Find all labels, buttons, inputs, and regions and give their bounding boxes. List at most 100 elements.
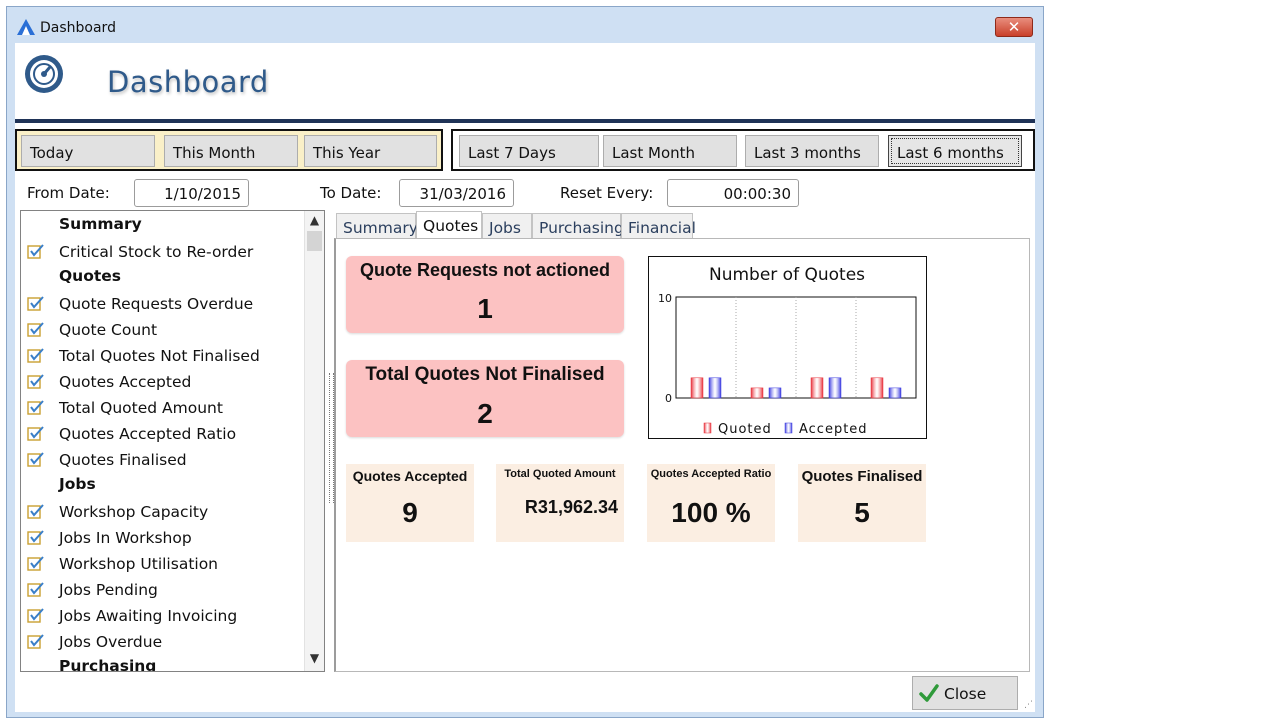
card-value: 5 (854, 497, 870, 528)
scroll-thumb[interactable] (307, 231, 322, 251)
dashboard-window: Dashboard ✕ Dashboard Today This Month T… (6, 6, 1044, 718)
checkbox-checked-icon[interactable] (27, 607, 45, 623)
checklist-item[interactable]: Quote Count (21, 319, 301, 345)
checklist-item[interactable]: Jobs Awaiting Invoicing (21, 605, 301, 631)
checklist-item[interactable]: Workshop Capacity (21, 501, 301, 527)
card-value: 2 (477, 398, 493, 429)
checkbox-checked-icon[interactable] (27, 633, 45, 649)
tab-quotes[interactable]: Quotes (416, 211, 482, 238)
from-date-field[interactable]: 1/10/2015 (134, 179, 249, 207)
checkbox-checked-icon[interactable] (27, 321, 45, 337)
tab-financial[interactable]: Financial (621, 213, 696, 239)
checklist-item[interactable]: Workshop Utilisation (21, 553, 301, 579)
range-last-7-days-button[interactable]: Last 7 Days (459, 135, 599, 167)
range-this-month-button[interactable]: This Month (164, 135, 298, 167)
to-date-field[interactable]: 31/03/2016 (399, 179, 514, 207)
bar-quoted-1 (750, 387, 764, 399)
checklist-item-label: Workshop Utilisation (59, 555, 219, 573)
checklist-item[interactable]: Total Quoted Amount (21, 397, 301, 423)
range-last-3-months-button[interactable]: Last 3 months (745, 135, 879, 167)
checkmark-icon (919, 684, 939, 702)
total-quotes-not-finalised-card: Total Quotes Not Finalised 2 (346, 360, 624, 437)
checklist-group-header: Quotes (59, 267, 122, 285)
card-title: Total Quotes Not Finalised (365, 364, 605, 385)
scroll-down-icon[interactable]: ▼ (305, 651, 324, 669)
checklist-item-label: Critical Stock to Re-order (59, 243, 254, 261)
range-today-button[interactable]: Today (21, 135, 155, 167)
checklist-item-label: Total Quoted Amount (59, 399, 223, 417)
checklist-item[interactable]: Quotes Accepted Ratio (21, 423, 301, 449)
checklist-item-label: Total Quotes Not Finalised (59, 347, 260, 365)
tab-summary[interactable]: Summary (336, 213, 418, 239)
checklist-item[interactable]: Jobs Pending (21, 579, 301, 605)
checklist-scrollbar[interactable]: ▲ ▼ (304, 211, 324, 671)
tab-jobs[interactable]: Jobs (482, 213, 532, 239)
checklist-item[interactable]: Critical Stock to Re-order (21, 241, 301, 267)
checklist-item[interactable]: Quotes Finalised (21, 449, 301, 475)
checklist-item[interactable]: Jobs Overdue (21, 631, 301, 657)
y-tick-label: 0 (665, 392, 672, 405)
resize-grip-icon[interactable]: ⋰ (1024, 700, 1033, 710)
card-title: Quotes Accepted Ratio (650, 468, 772, 480)
checkbox-checked-icon[interactable] (27, 555, 45, 571)
checkbox-checked-icon[interactable] (27, 399, 45, 415)
card-title: Total Quoted Amount (504, 468, 616, 480)
checklist-item[interactable]: Quote Requests Overdue (21, 293, 301, 319)
bar-accepted-0 (708, 377, 722, 399)
bar-accepted-3 (888, 387, 902, 399)
checkbox-checked-icon[interactable] (27, 529, 45, 545)
title-bar[interactable]: Dashboard ✕ (7, 7, 1043, 43)
bar-quoted-3 (870, 377, 884, 399)
card-value: 9 (402, 497, 418, 528)
checklist-item-label: Jobs Pending (59, 581, 158, 599)
bar-quoted-0 (690, 377, 704, 399)
checkbox-checked-icon[interactable] (27, 295, 45, 311)
speedometer-icon (25, 55, 63, 93)
y-tick-label: 10 (658, 292, 672, 305)
checklist-item-label: Jobs Overdue (59, 633, 163, 651)
to-date-label: To Date: (320, 184, 382, 202)
chart-svg: Number of Quotes 10 0 Quoted Accepted (658, 265, 917, 437)
card-value: 100 % (671, 497, 751, 528)
app-logo-icon (17, 19, 35, 35)
legend-swatch-quoted (703, 422, 712, 434)
checklist-item-label: Quote Requests Overdue (59, 295, 254, 313)
quotes-accepted-ratio-card: Quotes Accepted Ratio 100 % (647, 464, 775, 542)
quotes-finalised-card: Quotes Finalised 5 (798, 464, 926, 542)
checkbox-checked-icon[interactable] (27, 503, 45, 519)
reset-every-field[interactable]: 00:00:30 (667, 179, 799, 207)
tab-purchasing[interactable]: Purchasing (532, 213, 624, 239)
range-last-6-months-button[interactable]: Last 6 months (888, 135, 1022, 167)
card-title: Quotes Finalised (801, 468, 923, 485)
checklist-item[interactable]: Total Quotes Not Finalised (21, 345, 301, 371)
checkbox-checked-icon[interactable] (27, 373, 45, 389)
close-label: Close (944, 685, 987, 703)
card-title: Quotes Accepted (352, 468, 468, 484)
widget-checklist[interactable]: Summary Critical Stock to Re-order Quotes Q… (20, 210, 325, 672)
chart-title: Number of Quotes (709, 265, 865, 285)
scroll-up-icon[interactable]: ▲ (305, 213, 324, 231)
checklist-group-header: Summary (59, 215, 142, 233)
checkbox-checked-icon[interactable] (27, 581, 45, 597)
checkbox-checked-icon[interactable] (27, 243, 45, 259)
legend-label-accepted: Accepted (799, 422, 868, 437)
checklist-item[interactable]: Jobs In Workshop (21, 527, 301, 553)
close-button[interactable]: Close (912, 676, 1018, 710)
checklist-item-label: Quotes Finalised (59, 451, 187, 469)
range-last-month-button[interactable]: Last Month (603, 135, 737, 167)
card-title: Quote Requests not actioned (359, 260, 611, 280)
range-this-year-button[interactable]: This Year (304, 135, 437, 167)
bar-accepted-1 (768, 387, 782, 399)
checkbox-checked-icon[interactable] (27, 425, 45, 441)
from-date-label: From Date: (27, 184, 110, 202)
window-close-button[interactable]: ✕ (995, 17, 1033, 37)
checklist-item-label: Quote Count (59, 321, 158, 339)
card-value: 1 (477, 293, 493, 324)
checkbox-checked-icon[interactable] (27, 451, 45, 467)
checklist-item[interactable]: Quotes Accepted (21, 371, 301, 397)
checkbox-checked-icon[interactable] (27, 347, 45, 363)
checklist-item-label: Jobs In Workshop (59, 529, 192, 547)
quotes-accepted-card: Quotes Accepted 9 (346, 464, 474, 542)
header-divider (15, 119, 1035, 123)
bar-quoted-2 (810, 377, 824, 399)
